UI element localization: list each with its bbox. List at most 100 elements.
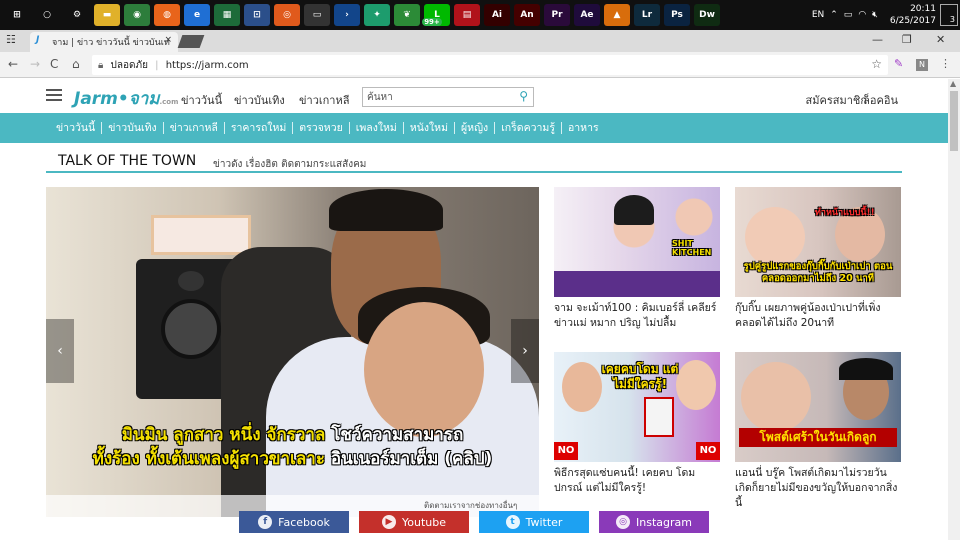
- ubuntu-icon[interactable]: ◎: [274, 4, 300, 26]
- man-hair: [329, 189, 443, 231]
- topnav-today[interactable]: ข่าววันนี้: [181, 91, 222, 109]
- after-effects-icon[interactable]: Ae: [574, 4, 600, 26]
- card-image: เคยคบโดม แต่ไม่มีใครรู้! NO NO: [554, 352, 720, 462]
- scroll-up-icon[interactable]: ▲: [950, 79, 956, 88]
- new-tab-button[interactable]: [177, 35, 205, 48]
- photo-frame: [151, 215, 251, 255]
- volume-mute-icon[interactable]: 🔇︎: [872, 10, 878, 20]
- edge-icon[interactable]: e: [184, 4, 210, 26]
- category-item[interactable]: ข่าวบันเทิง: [102, 122, 164, 134]
- hero-line1-a: มินมิน ลูกสาว หนึ่ง: [121, 425, 261, 445]
- instagram-button[interactable]: ◎ Instagram: [599, 511, 709, 533]
- extension-n-icon[interactable]: N: [916, 59, 928, 71]
- category-item[interactable]: ตรวจหวย: [293, 122, 350, 134]
- rar-icon[interactable]: ▤: [454, 4, 480, 26]
- lock-icon: 🔒︎: [98, 60, 104, 71]
- social-label: Youtube: [402, 515, 446, 529]
- hamburger-menu-icon[interactable]: [46, 89, 62, 101]
- category-item[interactable]: ข่าววันนี้: [50, 122, 103, 134]
- extension-pen-icon[interactable]: ✎: [894, 57, 903, 70]
- tab-close-icon[interactable]: ×: [164, 35, 172, 45]
- photoshop-icon[interactable]: Ps: [664, 4, 690, 26]
- logo-suffix: .com: [159, 98, 179, 106]
- home-button[interactable]: ⌂: [72, 57, 80, 71]
- file-explorer-icon[interactable]: ▬: [94, 4, 120, 26]
- settings-gear-icon[interactable]: ⚙: [64, 4, 90, 26]
- network-icon[interactable]: ⊡: [244, 4, 270, 26]
- restore-button[interactable]: ❐: [902, 33, 912, 46]
- address-bar[interactable]: 🔒︎ ปลอดภัย | https://jarm.com ☆: [92, 55, 888, 75]
- page-scrollbar[interactable]: ▲: [948, 79, 960, 540]
- card-image: ทำหน้าแบบนี้!! รูปคู่รูปแรกของกุ๊บกิ๊บกั…: [735, 187, 901, 297]
- hero-line2-a: ทั้งร้อง ทั้งเต้นเพลงผู้สาวขาเลาะ: [92, 449, 325, 469]
- instagram-icon: ◎: [616, 515, 631, 529]
- twitter-button[interactable]: t Twitter: [479, 511, 589, 533]
- card-overlay: ทำหน้าแบบนี้!!: [815, 208, 875, 218]
- topnav-korea[interactable]: ข่าวเกาหลี: [299, 91, 349, 109]
- slider-prev-icon[interactable]: ‹: [46, 319, 74, 383]
- search-input[interactable]: ค้นหา ⚲: [362, 87, 534, 107]
- gitkraken-icon[interactable]: ✦: [364, 4, 390, 26]
- clock-date: 6/25/2017: [889, 16, 936, 26]
- mongodb-icon[interactable]: ❦: [394, 4, 420, 26]
- reload-button[interactable]: C: [50, 57, 58, 71]
- category-item[interactable]: ราคารถใหม่: [225, 122, 294, 134]
- browser-tab-jarm[interactable]: J จาม | ข่าว ข่าววันนี้ ข่าวบันเท ×: [30, 32, 178, 52]
- category-item[interactable]: ผู้หญิง: [455, 122, 496, 134]
- firefox-icon[interactable]: ◍: [154, 4, 180, 26]
- youtube-button[interactable]: ▶ Youtube: [359, 511, 469, 533]
- forward-button[interactable]: →: [30, 57, 40, 71]
- close-window-button[interactable]: ✕: [936, 33, 945, 46]
- chrome-menu-icon[interactable]: ⋮: [940, 57, 951, 70]
- login-link[interactable]: ล็อคอิน: [863, 91, 898, 109]
- tab-title: จาม | ข่าว ข่าววันนี้ ข่าวบันเท: [52, 38, 170, 48]
- category-item[interactable]: อาหาร: [562, 122, 605, 134]
- lightroom-icon[interactable]: Lr: [634, 4, 660, 26]
- facebook-icon: f: [258, 515, 273, 529]
- card-image: SHIT KITCHEN: [554, 187, 720, 297]
- terminal-icon[interactable]: ▭: [304, 4, 330, 26]
- cortana-icon[interactable]: ○: [34, 4, 60, 26]
- category-item[interactable]: เพลงใหม่: [350, 122, 404, 134]
- card-title: กุ๊บกิ๊บ เผยภาพคู่น้องเป่าเปาที่เพิ่งคลอ…: [735, 302, 881, 329]
- animate-icon[interactable]: An: [514, 4, 540, 26]
- card-title: จาม จะเม้าท์100 : คิมเบอร์ลี่ เคลียร์ข่า…: [554, 302, 717, 329]
- chrome-icon[interactable]: ◉: [124, 4, 150, 26]
- register-link[interactable]: สมัครสมาชิก: [806, 91, 868, 109]
- category-item[interactable]: หนังใหม่: [404, 122, 456, 134]
- line-icon[interactable]: L 99+: [422, 4, 450, 26]
- category-item[interactable]: เกร็ดความรู้: [495, 122, 562, 134]
- category-nav: ข่าววันนี้ ข่าวบันเทิง ข่าวเกาหลี ราคารถใหม…: [0, 113, 948, 143]
- windows-icon[interactable]: ⊞: [4, 4, 30, 26]
- tray-arrow-icon[interactable]: ⌃: [830, 10, 838, 20]
- scrollbar-thumb[interactable]: [950, 91, 958, 151]
- minimize-button[interactable]: —: [872, 33, 883, 46]
- hero-slider[interactable]: มินมิน ลูกสาว หนึ่ง จักรวาล โชว์ความสามา…: [46, 187, 539, 517]
- category-item[interactable]: ข่าวเกาหลี: [164, 122, 225, 134]
- language-indicator[interactable]: EN: [812, 10, 824, 20]
- hero-caption[interactable]: มินมิน ลูกสาว หนึ่ง จักรวาล โชว์ความสามา…: [46, 423, 539, 471]
- jarm-logo[interactable]: Jarm•จาม.com: [74, 85, 178, 112]
- wifi-icon[interactable]: ◠: [858, 10, 866, 20]
- back-button[interactable]: ←: [8, 57, 18, 71]
- premiere-icon[interactable]: Pr: [544, 4, 570, 26]
- slider-next-icon[interactable]: ›: [511, 319, 539, 383]
- dreamweaver-icon[interactable]: Dw: [694, 4, 720, 26]
- powershell-icon[interactable]: ›: [334, 4, 360, 26]
- hero-line1-b: จักรวาล: [266, 425, 326, 445]
- clock[interactable]: 20:11 6/25/2017: [890, 3, 936, 27]
- social-label: Facebook: [278, 515, 330, 529]
- card-overlay: SHIT KITCHEN: [672, 239, 712, 257]
- window-menu-icon[interactable]: ☷: [6, 33, 16, 46]
- vlc-icon[interactable]: ▲: [604, 4, 630, 26]
- topnav-entertainment[interactable]: ข่าวบันเทิง: [234, 91, 285, 109]
- search-icon[interactable]: ⚲: [519, 89, 528, 103]
- illustrator-icon[interactable]: Ai: [484, 4, 510, 26]
- bookmark-star-icon[interactable]: ☆: [871, 57, 882, 71]
- action-center-button[interactable]: 3: [940, 4, 958, 26]
- spreadsheet-icon[interactable]: ▦: [214, 4, 240, 26]
- jarm-favicon-icon: J: [36, 35, 40, 45]
- web-page: Jarm•จาม.com ข่าววันนี้ ข่าวบันเทิง ข่าว…: [0, 79, 948, 540]
- battery-icon[interactable]: ▭: [844, 10, 853, 20]
- facebook-button[interactable]: f Facebook: [239, 511, 349, 533]
